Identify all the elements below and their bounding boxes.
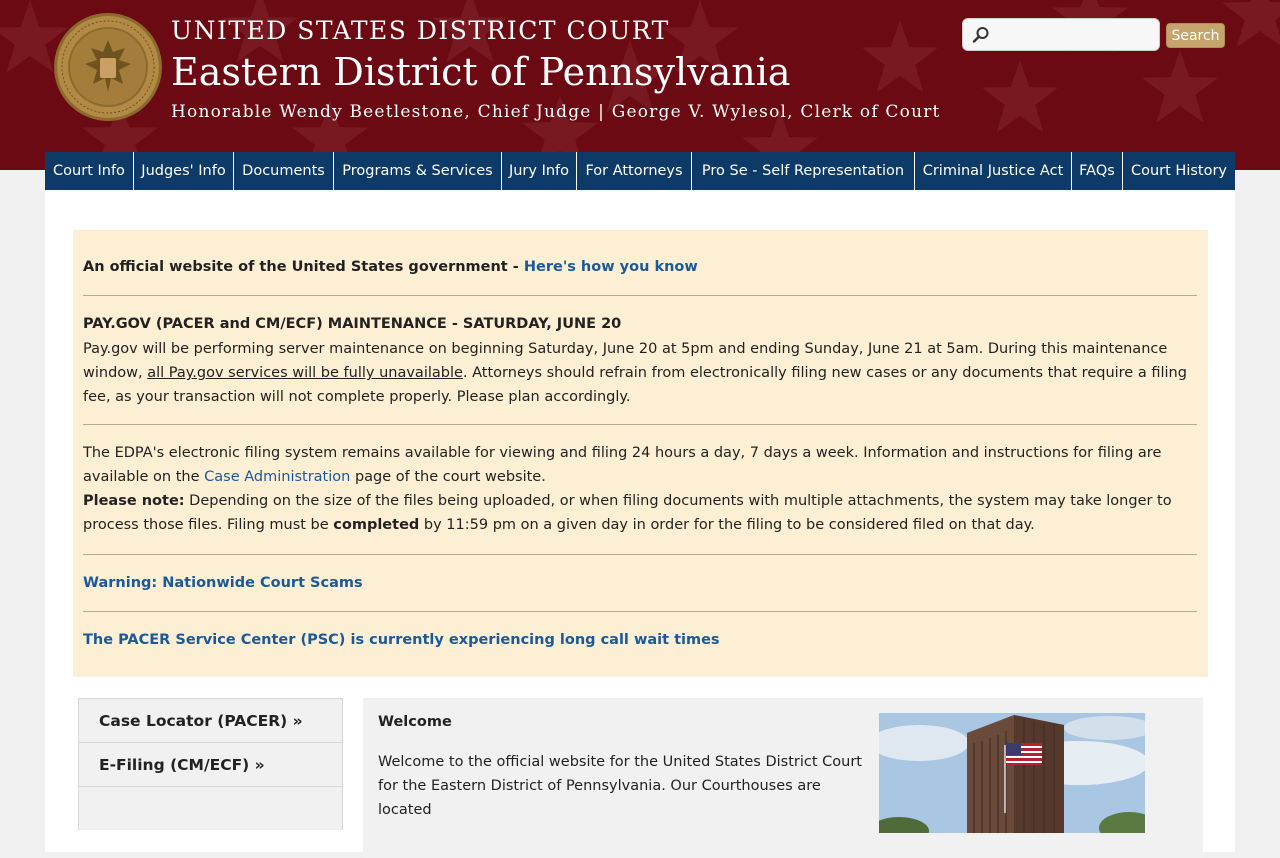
nav-item-faqs[interactable]: FAQs — [1072, 152, 1123, 190]
pacer-wait-times-link[interactable]: The PACER Service Center (PSC) is curren… — [83, 632, 720, 648]
nav-item-court-info[interactable]: Court Info — [45, 152, 134, 190]
paygov-title: PAY.GOV (PACER and CM/ECF) MAINTENANCE -… — [83, 316, 622, 332]
nav-item-documents[interactable]: Documents — [234, 152, 334, 190]
completed-text: completed — [333, 517, 420, 533]
search-input[interactable] — [993, 23, 1157, 49]
official-site-notice: An official website of the United States… — [83, 255, 1197, 279]
welcome-title: Welcome — [378, 714, 452, 730]
nav-item-criminal-justice-act[interactable]: Criminal Justice Act — [915, 152, 1072, 190]
heres-how-you-know-link[interactable]: Here's how you know — [524, 259, 698, 275]
nav-item-programs-services[interactable]: Programs & Services — [334, 152, 502, 190]
main-nav: Court Info Judges' Info Documents Progra… — [45, 152, 1235, 190]
site-header: UNITED STATES DISTRICT COURT Eastern Dis… — [0, 0, 1280, 170]
court-officials-line: Honorable Wendy Beetlestone, Chief Judge… — [171, 102, 941, 122]
welcome-text: Welcome to the official website for the … — [378, 754, 862, 818]
nav-item-for-attorneys[interactable]: For Attorneys — [577, 152, 692, 190]
search-box — [962, 18, 1160, 51]
case-locator-link[interactable]: Case Locator (PACER) » — [78, 698, 343, 742]
court-name-line2[interactable]: Eastern District of Pennsylvania — [171, 50, 791, 94]
divider — [83, 554, 1197, 555]
paygov-notice: PAY.GOV (PACER and CM/ECF) MAINTENANCE -… — [83, 312, 1197, 409]
quick-link-partial[interactable] — [78, 786, 343, 830]
case-administration-link[interactable]: Case Administration — [204, 469, 350, 485]
nav-item-pro-se[interactable]: Pro Se - Self Representation — [692, 152, 915, 190]
courthouse-photo — [879, 713, 1145, 833]
search-button[interactable]: Search — [1166, 23, 1225, 48]
please-note-label: Please note: — [83, 493, 185, 509]
nav-item-court-history[interactable]: Court History — [1123, 152, 1235, 190]
official-site-text: An official website of the United States… — [83, 259, 524, 275]
page-container: Court Info Judges' Info Documents Progra… — [45, 152, 1235, 858]
quick-links: Case Locator (PACER) » E-Filing (CM/ECF)… — [78, 698, 343, 830]
welcome-panel: Welcome Welcome to the official website … — [363, 698, 1203, 858]
edpa-filing-notice: The EDPA's electronic filing system rema… — [83, 441, 1197, 537]
court-scams-notice: Warning: Nationwide Court Scams — [83, 571, 1197, 595]
nav-item-judges-info[interactable]: Judges' Info — [134, 152, 234, 190]
court-name-line1: UNITED STATES DISTRICT COURT — [171, 16, 670, 45]
pacer-notice: The PACER Service Center (PSC) is curren… — [83, 628, 1197, 652]
nav-item-jury-info[interactable]: Jury Info — [502, 152, 577, 190]
edpa-text-b: page of the court website. — [350, 469, 546, 485]
search-icon — [972, 27, 989, 43]
court-seal-logo[interactable] — [53, 12, 163, 122]
divider — [83, 295, 1197, 296]
announcement-box: An official website of the United States… — [73, 230, 1208, 677]
divider — [83, 611, 1197, 612]
paygov-unavailable-text: all Pay.gov services will be fully unava… — [147, 365, 463, 381]
divider — [83, 424, 1197, 425]
e-filing-link[interactable]: E-Filing (CM/ECF) » — [78, 742, 343, 786]
court-scams-link[interactable]: Warning: Nationwide Court Scams — [83, 575, 363, 591]
note-text-b: by 11:59 pm on a given day in order for … — [419, 517, 1035, 533]
